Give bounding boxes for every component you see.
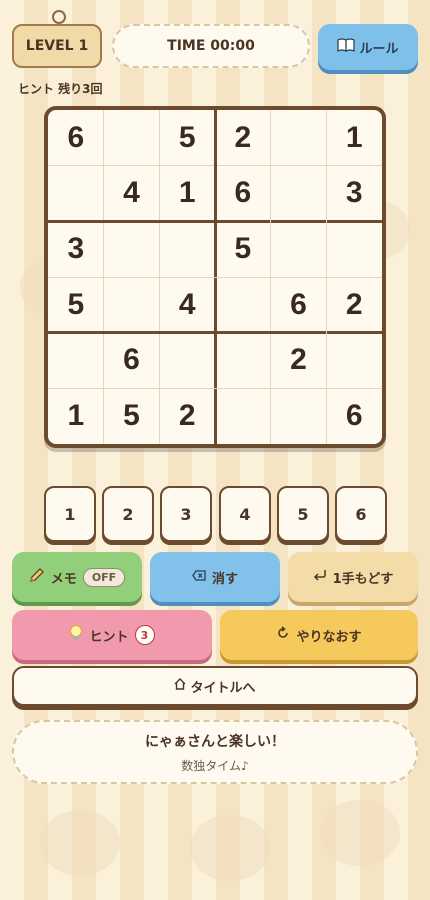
sudoku-cell-r6-c1[interactable]: 1 — [48, 388, 104, 444]
undo-label: 1手もどす — [332, 571, 394, 587]
refresh-icon — [276, 626, 290, 644]
sudoku-cell-r3-c3[interactable] — [159, 221, 215, 277]
memo-toggle[interactable]: OFF — [82, 567, 126, 587]
sudoku-cell-r5-c3[interactable] — [159, 333, 215, 389]
undo-button[interactable]: 1手もどす — [288, 552, 418, 602]
sudoku-cell-r5-c1[interactable] — [48, 333, 104, 389]
sudoku-cell-r1-c6[interactable]: 1 — [326, 110, 382, 166]
return-arrow-icon — [313, 569, 327, 585]
message-bubble: にゃぁさんと楽しい！ 数独タイム♪ — [12, 720, 418, 784]
sudoku-cell-r6-c4[interactable] — [215, 388, 271, 444]
sudoku-cell-r5-c6[interactable] — [326, 333, 382, 389]
message-line-2: 数独タイム♪ — [181, 758, 249, 773]
number-button-6[interactable]: 6 — [335, 486, 387, 542]
sudoku-cell-r1-c5[interactable] — [271, 110, 327, 166]
paw-print-decoration — [40, 810, 120, 876]
number-button-3[interactable]: 3 — [160, 486, 212, 542]
lightbulb-icon — [69, 624, 83, 646]
sudoku-cell-r2-c5[interactable] — [271, 166, 327, 222]
sudoku-cell-r6-c2[interactable]: 5 — [104, 388, 160, 444]
sudoku-cell-r6-c3[interactable]: 2 — [159, 388, 215, 444]
number-button-2[interactable]: 2 — [102, 486, 154, 542]
sudoku-cell-r1-c1[interactable]: 6 — [48, 110, 104, 166]
hint-label: ヒント — [89, 629, 129, 645]
sudoku-cell-r3-c4[interactable]: 5 — [215, 221, 271, 277]
level-badge: LEVEL 1 — [12, 24, 102, 68]
restart-label: やりなおす — [296, 629, 362, 645]
back-to-title-button[interactable]: タイトルへ — [12, 666, 418, 706]
sudoku-cell-r5-c4[interactable] — [215, 333, 271, 389]
sudoku-board: 65214163355462621526 — [44, 106, 386, 448]
sudoku-cell-r2-c6[interactable]: 3 — [326, 166, 382, 222]
sudoku-cell-r4-c1[interactable]: 5 — [48, 277, 104, 333]
rules-button[interactable]: ルール — [318, 24, 418, 70]
pencil-icon — [29, 567, 45, 587]
backspace-icon — [192, 569, 206, 585]
memo-label: メモ — [50, 571, 77, 587]
paw-print-decoration — [320, 800, 400, 866]
sudoku-cell-r6-c6[interactable]: 6 — [326, 388, 382, 444]
level-label: LEVEL 1 — [25, 38, 89, 54]
sudoku-cell-r3-c2[interactable] — [104, 221, 160, 277]
hint-count-badge: 3 — [134, 625, 155, 645]
hint-remaining-text: ヒント 残り3回 — [18, 82, 103, 96]
sudoku-cell-r4-c3[interactable]: 4 — [159, 277, 215, 333]
erase-button[interactable]: 消す — [150, 552, 280, 602]
sudoku-cell-r4-c5[interactable]: 6 — [271, 277, 327, 333]
hint-button[interactable]: ヒント 3 — [12, 610, 212, 660]
sudoku-cell-r1-c2[interactable] — [104, 110, 160, 166]
paw-print-decoration — [190, 815, 270, 881]
sudoku-cell-r2-c1[interactable] — [48, 166, 104, 222]
erase-label: 消す — [211, 571, 238, 587]
sudoku-cell-r5-c5[interactable]: 2 — [271, 333, 327, 389]
sudoku-cell-r2-c4[interactable]: 6 — [215, 166, 271, 222]
message-line-1: にゃぁさんと楽しい！ — [145, 733, 285, 750]
restart-button[interactable]: やりなおす — [220, 610, 418, 660]
title-label: タイトルへ — [190, 680, 256, 696]
sudoku-cell-r3-c1[interactable]: 3 — [48, 221, 104, 277]
sudoku-cell-r4-c6[interactable]: 2 — [326, 277, 382, 333]
sudoku-cell-r2-c2[interactable]: 4 — [104, 166, 160, 222]
book-icon — [337, 38, 356, 56]
sudoku-cell-r4-c4[interactable] — [215, 277, 271, 333]
number-button-1[interactable]: 1 — [44, 486, 96, 542]
number-button-5[interactable]: 5 — [277, 486, 329, 542]
sudoku-cell-r1-c3[interactable]: 5 — [159, 110, 215, 166]
timer-text: TIME 00:00 — [167, 38, 255, 54]
sudoku-cell-r4-c2[interactable] — [104, 277, 160, 333]
timer-display: TIME 00:00 — [112, 24, 310, 68]
sudoku-cell-r5-c2[interactable]: 6 — [104, 333, 160, 389]
home-icon — [174, 678, 186, 694]
sudoku-cell-r3-c6[interactable] — [326, 221, 382, 277]
sudoku-cell-r2-c3[interactable]: 1 — [159, 166, 215, 222]
sudoku-cell-r1-c4[interactable]: 2 — [215, 110, 271, 166]
level-tag-hook — [52, 10, 66, 24]
memo-button[interactable]: メモ OFF — [12, 552, 142, 602]
sudoku-cell-r6-c5[interactable] — [271, 388, 327, 444]
rules-label: ルール — [359, 41, 399, 57]
number-button-4[interactable]: 4 — [219, 486, 271, 542]
sudoku-cell-r3-c5[interactable] — [271, 221, 327, 277]
